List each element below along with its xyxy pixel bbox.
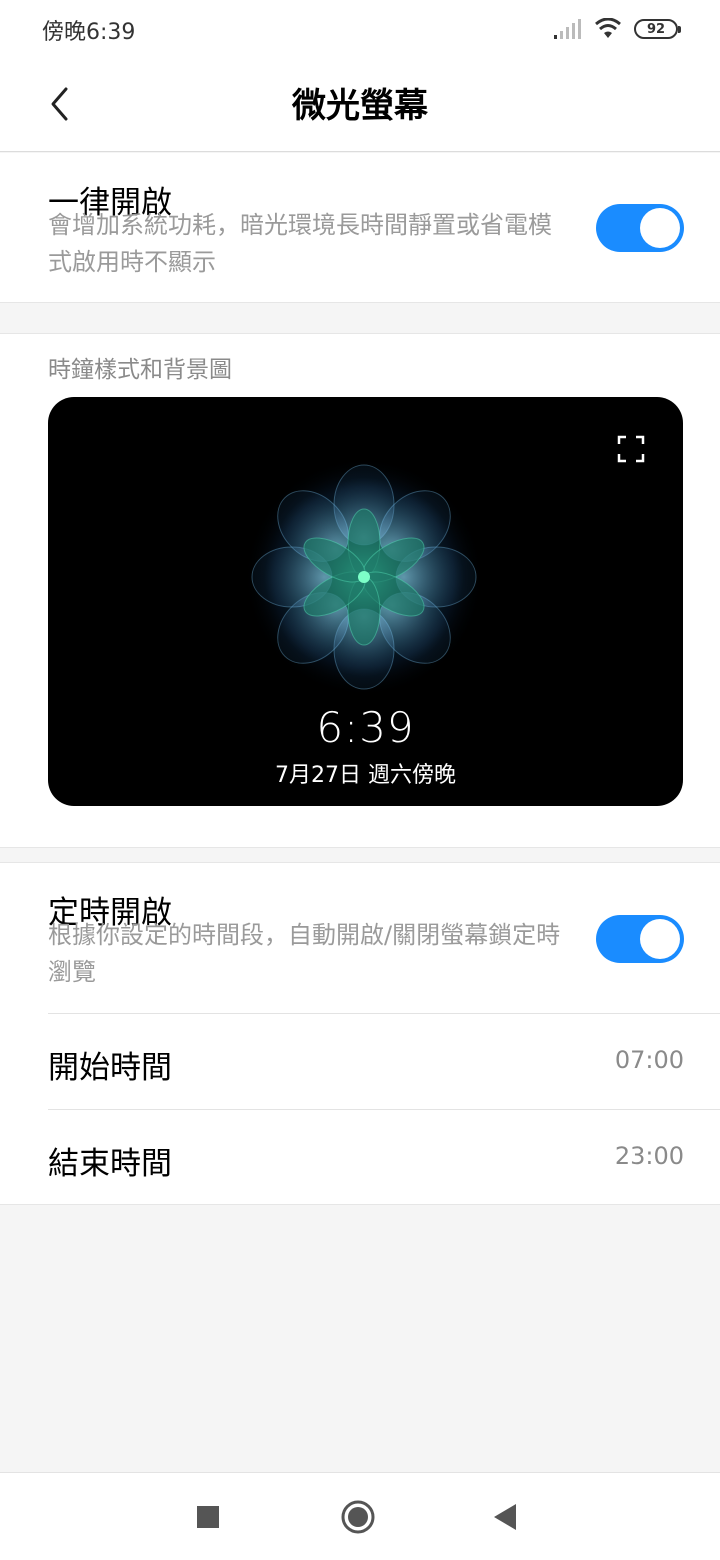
scheduled-row[interactable]: 定時開啟 根據你設定的時間段，自動開啟/關閉螢幕鎖定時瀏覽	[0, 863, 720, 1013]
navigation-bar	[0, 1472, 720, 1560]
scheduled-toggle[interactable]	[596, 915, 684, 963]
clock-style-label: 時鐘樣式和背景圖	[48, 357, 232, 383]
recents-button[interactable]	[190, 1499, 226, 1535]
battery-level: 92	[646, 21, 666, 37]
end-time-label: 結束時間	[48, 1146, 172, 1182]
preview-clock-time: 6:39	[316, 703, 415, 752]
start-time-row[interactable]: 開始時間 07:00	[48, 1013, 720, 1109]
start-time-value: 07:00	[614, 1046, 684, 1074]
status-icons: 92	[554, 16, 681, 42]
wifi-icon	[595, 18, 621, 38]
always-on-row[interactable]: 一律開啟 會增加系統功耗，暗光環境長時間靜置或省電模式啟用時不顯示	[0, 153, 720, 303]
signal-icon	[554, 19, 581, 39]
nav-back-button[interactable]	[487, 1499, 523, 1535]
start-time-label: 開始時間	[48, 1050, 172, 1086]
status-time: 傍晚6:39	[42, 20, 136, 45]
end-time-row[interactable]: 結束時間 23:00	[48, 1109, 720, 1205]
flower-background-image	[246, 459, 482, 695]
always-on-toggle[interactable]	[596, 204, 684, 252]
fullscreen-icon[interactable]	[617, 435, 645, 463]
square-icon	[197, 1506, 219, 1528]
circle-icon	[341, 1500, 375, 1534]
clock-style-section: 時鐘樣式和背景圖 6:39 7月27日 週六傍晚	[0, 333, 720, 848]
screen: 傍晚6:39 92 微光螢幕 一律開啟 會增加系統功耗，暗光環境長時間靜置或省電…	[0, 0, 720, 1560]
status-bar: 傍晚6:39 92	[0, 0, 720, 56]
clock-style-preview[interactable]: 6:39 7月27日 週六傍晚	[48, 397, 683, 806]
end-time-value: 23:00	[614, 1142, 684, 1170]
battery-icon: 92	[634, 19, 681, 39]
app-header: 微光螢幕	[0, 56, 720, 152]
preview-clock-date: 7月27日 週六傍晚	[275, 763, 456, 788]
toggle-knob	[640, 919, 680, 959]
always-on-description: 會增加系統功耗，暗光環境長時間靜置或省電模式啟用時不顯示	[48, 211, 552, 276]
home-button[interactable]	[340, 1499, 376, 1535]
scheduled-section: 定時開啟 根據你設定的時間段，自動開啟/關閉螢幕鎖定時瀏覽 開始時間 07:00…	[0, 862, 720, 1205]
triangle-back-icon	[494, 1504, 516, 1530]
toggle-knob	[640, 208, 680, 248]
page-title: 微光螢幕	[292, 86, 428, 126]
scheduled-description: 根據你設定的時間段，自動開啟/關閉螢幕鎖定時瀏覽	[48, 921, 561, 986]
